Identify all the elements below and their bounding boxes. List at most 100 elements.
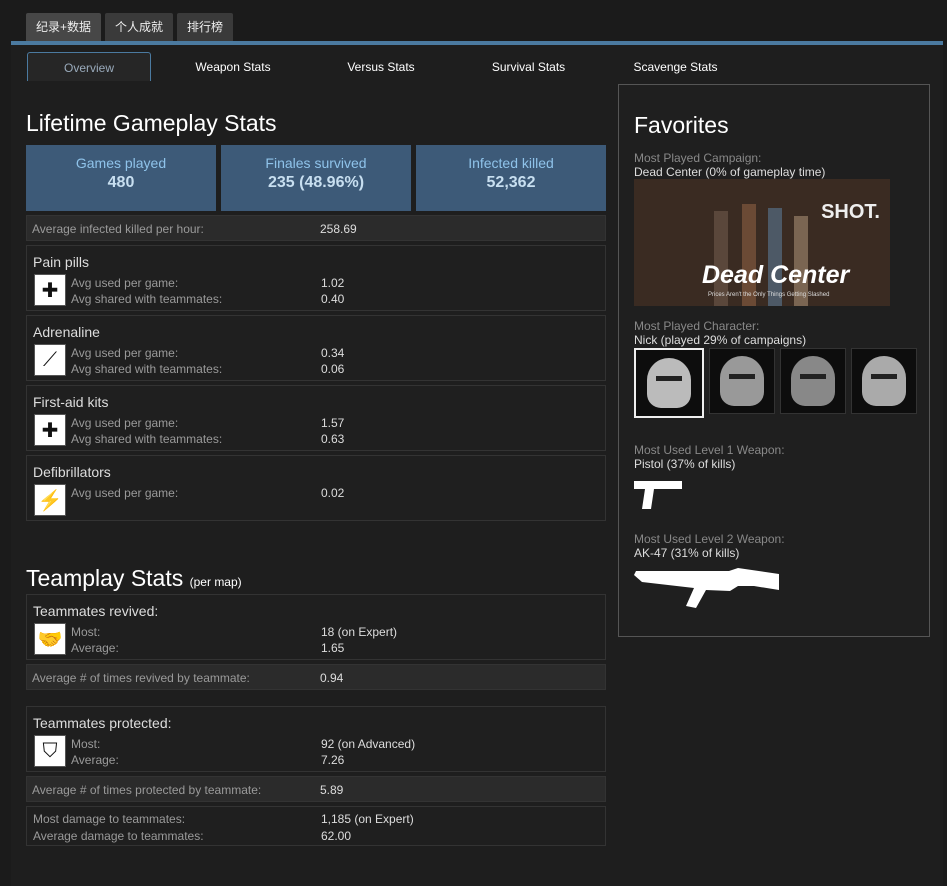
campaign-value: Dead Center (0% of gameplay time) — [634, 165, 826, 179]
teamplay-subtitle: (per map) — [189, 575, 242, 589]
weapon1-value: Pistol (37% of kills) — [634, 457, 736, 471]
syringe-icon: ⟋ — [34, 344, 66, 376]
teamplay-title-text: Teamplay Stats — [26, 565, 184, 591]
campaign-label: Most Played Campaign: — [634, 151, 762, 165]
stat-value: 1.57 — [321, 416, 345, 430]
stat-label: Avg shared with teammates: — [71, 432, 223, 446]
item-title: First-aid kits — [33, 394, 109, 410]
stat-value: 0.40 — [321, 292, 345, 306]
revived-by-row: Average # of times revived by teammate: 0… — [26, 664, 606, 690]
stat-value: 92 (on Advanced) — [321, 737, 416, 751]
pill-bottle-icon: ✚ — [34, 274, 66, 306]
character-portrait-rochelle[interactable] — [709, 348, 775, 414]
subtab-bar: Overview Weapon Stats Versus Stats Survi… — [27, 52, 749, 81]
character-portrait-coach[interactable] — [780, 348, 846, 414]
stat-label: Avg shared with teammates: — [71, 292, 223, 306]
defibrillators-item: Defibrillators ⚡ Avg used per game: 0.02 — [26, 455, 606, 521]
weapon2-value: AK-47 (31% of kills) — [634, 546, 740, 560]
stat-label: Most damage to teammates: — [33, 812, 186, 826]
character-portraits — [634, 348, 917, 418]
protected-by-row: Average # of times protected by teammate… — [26, 776, 606, 802]
row-value: 0.94 — [320, 671, 344, 685]
stat-value: 7.26 — [321, 753, 345, 767]
campaign-graffiti: SHOT. — [821, 201, 880, 223]
item-title: Defibrillators — [33, 464, 111, 480]
row-label: Average infected killed per hour: — [32, 222, 204, 236]
stat-value: 1.02 — [321, 276, 345, 290]
row-value: 258.69 — [320, 222, 357, 236]
subtab-survival-stats[interactable]: Survival Stats — [455, 52, 602, 80]
character-portrait-nick[interactable] — [634, 348, 704, 418]
tab-achievements[interactable]: 个人成就 — [105, 13, 174, 41]
defib-icon: ⚡ — [34, 484, 66, 516]
pistol-icon — [634, 481, 682, 509]
stat-label: Avg used per game: — [71, 416, 179, 430]
subtab-weapon-stats[interactable]: Weapon Stats — [159, 52, 307, 80]
lifetime-section: Lifetime Gameplay Stats Games played 480 … — [26, 110, 606, 846]
stat-label: Avg used per game: — [71, 276, 179, 290]
stat-value: 0.06 — [321, 362, 345, 376]
card-label: Finales survived — [265, 155, 367, 171]
teammates-protected-item: Teammates protected: ⛉ Most: 92 (on Advan… — [26, 706, 606, 772]
card-label: Games played — [75, 155, 167, 171]
campaign-art-subtitle: Prices Aren't the Only Things Getting Sl… — [708, 292, 830, 298]
campaign-image: SHOT. Dead Center Prices Aren't the Only… — [634, 179, 890, 306]
lifetime-title: Lifetime Gameplay Stats — [26, 110, 277, 136]
item-title: Teammates protected: — [33, 715, 172, 731]
finales-survived-card: Finales survived 235 (48.96%) — [221, 145, 411, 211]
team-damage-item: Most damage to teammates: 1,185 (on Exper… — [26, 806, 606, 846]
pain-pills-item: Pain pills ✚ Avg used per game: 1.02 Avg … — [26, 245, 606, 311]
card-value: 52,362 — [486, 174, 536, 191]
tab-records-data[interactable]: 纪录+数据 — [26, 13, 102, 41]
weapon2-label: Most Used Level 2 Weapon: — [634, 532, 785, 546]
subtab-scavenge-stats[interactable]: Scavenge Stats — [602, 52, 749, 80]
games-played-card: Games played 480 — [26, 145, 216, 211]
teamplay-title: Teamplay Stats (per map) — [26, 565, 606, 592]
item-title: Teammates revived: — [33, 603, 159, 619]
stat-value: 62.00 — [321, 829, 352, 843]
avg-infected-row: Average infected killed per hour: 258.69 — [26, 215, 606, 241]
top-tab-bar: 纪录+数据 个人成就 排行榜 — [26, 13, 234, 41]
handshake-icon: 🤝 — [34, 623, 66, 655]
ak47-icon — [634, 568, 779, 608]
character-value: Nick (played 29% of campaigns) — [634, 333, 807, 347]
teammates-revived-item: Teammates revived: 🤝 Most: 18 (on Expert)… — [26, 594, 606, 660]
row-value: 5.89 — [320, 783, 344, 797]
infected-killed-card: Infected killed 52,362 — [416, 145, 606, 211]
stat-label: Avg used per game: — [71, 346, 179, 360]
favorites-panel: Favorites Most Played Campaign: Dead Cen… — [618, 84, 930, 637]
stat-value: 1.65 — [321, 641, 345, 655]
subtab-versus-stats[interactable]: Versus Stats — [307, 52, 455, 80]
row-label: Average # of times protected by teammate… — [32, 783, 262, 797]
card-value: 480 — [107, 174, 135, 191]
row-label: Average # of times revived by teammate: — [32, 671, 250, 685]
stat-value: 18 (on Expert) — [321, 625, 398, 639]
card-label: Infected killed — [468, 155, 554, 171]
medkit-icon: ✚ — [34, 414, 66, 446]
character-portrait-ellis[interactable] — [851, 348, 917, 414]
stat-value: 0.02 — [321, 486, 345, 500]
shield-icon: ⛉ — [34, 735, 66, 767]
campaign-art-title: Dead Center — [702, 261, 850, 289]
stat-label: Avg shared with teammates: — [71, 362, 223, 376]
stat-value: 0.63 — [321, 432, 345, 446]
stat-label: Average damage to teammates: — [33, 829, 204, 843]
card-value: 235 (48.96%) — [267, 174, 365, 191]
adrenaline-item: Adrenaline ⟋ Avg used per game: 0.34 Avg … — [26, 315, 606, 381]
summary-cards: Games played 480 Finales survived 235 (48.… — [26, 145, 606, 211]
stat-label: Average: — [71, 641, 119, 655]
item-title: Pain pills — [33, 254, 90, 270]
character-label: Most Played Character: — [634, 319, 760, 333]
tab-leaderboards[interactable]: 排行榜 — [177, 13, 234, 41]
stat-value: 0.34 — [321, 346, 345, 360]
stat-label: Most: — [71, 737, 101, 751]
item-title: Adrenaline — [33, 324, 100, 340]
favorites-title: Favorites — [634, 112, 729, 138]
first-aid-kits-item: First-aid kits ✚ Avg used per game: 1.57 … — [26, 385, 606, 451]
stat-label: Avg used per game: — [71, 486, 179, 500]
weapon1-label: Most Used Level 1 Weapon: — [634, 443, 785, 457]
stat-label: Most: — [71, 625, 101, 639]
stat-label: Average: — [71, 753, 119, 767]
subtab-overview[interactable]: Overview — [27, 52, 151, 81]
stat-value: 1,185 (on Expert) — [321, 812, 414, 826]
